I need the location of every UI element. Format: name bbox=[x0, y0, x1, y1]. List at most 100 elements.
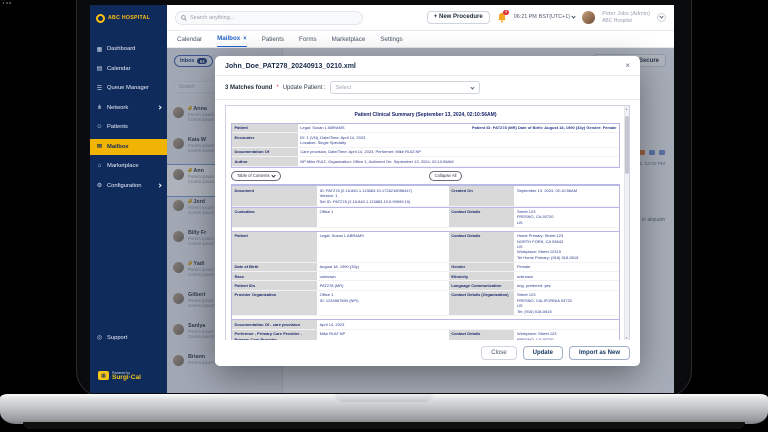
row-value: ID: PAT278 (2.16.840.1.113883.19.1726216… bbox=[317, 186, 449, 207]
sidebar-item-icon: ✉ bbox=[96, 144, 103, 150]
sidebar-item-icon: ☰ bbox=[96, 85, 103, 92]
required-asterisk: * bbox=[276, 84, 279, 91]
row-label: Patient IDs bbox=[232, 281, 318, 291]
update-patient-label: Update Patient : bbox=[282, 84, 326, 91]
scrollbar[interactable]: ▲ ▼ bbox=[624, 106, 629, 341]
tab-label: Forms bbox=[299, 36, 317, 43]
sidebar-item[interactable]: ☰ Queue Manager bbox=[90, 80, 167, 96]
notification-bell-icon[interactable]: 9 bbox=[497, 9, 509, 23]
sidebar-item[interactable]: ▤ Calendar bbox=[90, 61, 167, 77]
sidebar-item-label: Network bbox=[107, 104, 129, 111]
sidebar-item-icon: ▤ bbox=[96, 66, 103, 72]
chevron-down-icon bbox=[659, 14, 664, 20]
topbar: Search anything... + New Procedure 9 06:… bbox=[167, 5, 674, 31]
row-label: Encounter bbox=[232, 133, 298, 148]
row-label: Date of Birth bbox=[232, 262, 318, 273]
sidebar-item-icon: ▦ bbox=[96, 46, 103, 53]
row-value: NP Mike RUIZ, Organization: Office 1, Au… bbox=[300, 158, 454, 164]
tab[interactable]: Mailbox × bbox=[217, 35, 247, 47]
user-name: Peter Jobs bbox=[602, 10, 629, 17]
chevron-right-icon bbox=[157, 105, 162, 110]
summary-header-table: Patient Legal: Susan L ABRAMS Patient ID… bbox=[231, 122, 620, 168]
row-value-2: Street 123 FRESNO, CALIFORNIA 93720 US T… bbox=[514, 291, 619, 317]
row-label: Patient bbox=[232, 231, 318, 263]
table-row: Documentation Of - care provision April … bbox=[232, 319, 619, 330]
table-row: Date of Birth August 18, 1990 (33y) Gend… bbox=[232, 262, 619, 273]
sidebar-item-label: Marketplace bbox=[107, 163, 139, 169]
close-icon[interactable]: × bbox=[625, 62, 630, 70]
sidebar-item-icon: ⚙ bbox=[96, 183, 103, 189]
timezone-label: BST(UTC+1) bbox=[538, 14, 571, 21]
table-row: Author NP Mike RUIZ, Organization: Offic… bbox=[232, 157, 619, 167]
user-avatar[interactable] bbox=[582, 10, 596, 24]
sidebar-item[interactable]: ▦ Dashboard bbox=[90, 41, 167, 57]
scrollbar-thumb[interactable] bbox=[624, 116, 629, 174]
sidebar-item[interactable]: ⋔ Network bbox=[90, 100, 167, 116]
row-value: April 14, 2023 bbox=[317, 320, 449, 330]
table-row: Patient Legal: Susan L ABRAMS Contact De… bbox=[232, 230, 619, 263]
sidebar-item-label: Patients bbox=[107, 124, 128, 130]
row-label: Provider Organization bbox=[232, 290, 318, 317]
lifebuoy-icon: ◎ bbox=[96, 335, 103, 341]
collapse-all-button[interactable]: Collapse All bbox=[428, 171, 463, 181]
profile-menu-button[interactable] bbox=[657, 12, 666, 22]
tab[interactable]: Calendar bbox=[177, 36, 202, 47]
row-label: Author bbox=[232, 157, 298, 167]
brand-logo-icon bbox=[96, 13, 105, 23]
row-value-2: Home Primary: Street 123 NORTH FORK, CA … bbox=[514, 232, 619, 263]
surgical-logo: ▦ Powered by Surgi·Cal bbox=[98, 371, 141, 382]
sidebar-item[interactable]: ⚙ Configuration bbox=[90, 178, 167, 194]
row-label: Custodian: bbox=[232, 207, 318, 228]
support-label: Support bbox=[107, 334, 128, 341]
scroll-up-icon[interactable]: ▲ bbox=[624, 107, 629, 111]
row-label-2: Language Communication bbox=[448, 281, 515, 291]
sidebar-item[interactable]: ✉ Mailbox bbox=[90, 138, 167, 155]
row-label-2: Contact Details bbox=[448, 207, 515, 228]
row-value: ID: 1 (VN), Date/Time: April 14, 2023 Lo… bbox=[300, 134, 366, 146]
row-value-2: Female bbox=[514, 263, 619, 273]
sidebar-item-label: Configuration bbox=[107, 182, 142, 189]
select-placeholder: Select bbox=[335, 84, 352, 91]
tab[interactable]: Marketplace bbox=[332, 36, 366, 47]
row-value: unknown bbox=[317, 272, 449, 282]
table-row: Provider Organization Office 1 ID: 12345… bbox=[232, 290, 619, 317]
row-value: Office 1 ID: 1234567890 (NPI) bbox=[317, 291, 449, 317]
tab[interactable]: Patients bbox=[262, 36, 284, 47]
global-search-input[interactable]: Search anything... bbox=[175, 10, 363, 25]
sidebar-item-label: Calendar bbox=[107, 65, 131, 72]
table-of-contents-button[interactable]: Table of Contents bbox=[231, 171, 281, 181]
chevron-down-icon bbox=[571, 14, 576, 20]
row-value-right: Patient ID: PAT278 (MR) Date of Birth: A… bbox=[471, 125, 617, 131]
tab-label: Marketplace bbox=[331, 36, 366, 43]
surgical-brand-name: Surgi·Cal bbox=[112, 373, 141, 381]
artifact-marks bbox=[3, 2, 12, 4]
import-as-new-button[interactable]: Import as New bbox=[568, 346, 630, 360]
tab[interactable]: Forms bbox=[299, 36, 317, 47]
table-row: Patient Legal: Susan L ABRAMS Patient ID… bbox=[232, 123, 619, 134]
clock-time: 06:21 PM bbox=[513, 14, 537, 21]
row-value-2: unknown bbox=[514, 272, 619, 282]
sidebar-support[interactable]: ◎ Support bbox=[90, 330, 167, 350]
clinical-document-viewer: Patient Clinical Summary (September 13, … bbox=[225, 105, 630, 342]
clinical-detail-table: Document ID: PAT278 (2.16.840.1.113883.1… bbox=[231, 184, 620, 341]
user-info: Peter Jobs (Admin) ABC Hospital bbox=[602, 11, 650, 24]
sidebar-item[interactable]: ☺ Patients bbox=[90, 119, 167, 135]
sidebar-item-icon: ☺ bbox=[96, 124, 103, 130]
tab-label: Mailbox bbox=[217, 35, 241, 42]
import-xml-modal: John_Doe_PAT278_20240913_0210.xml × 3 Ma… bbox=[215, 56, 640, 366]
clock-timezone[interactable]: 06:21 PM BST(UTC+1) bbox=[513, 14, 576, 21]
table-row: Encounter ID: 1 (VN), Date/Time: April 1… bbox=[232, 133, 619, 148]
laptop-underside bbox=[23, 422, 745, 429]
sidebar-item[interactable]: ⌂ Marketplace bbox=[90, 158, 167, 174]
laptop-base bbox=[0, 394, 768, 429]
patient-select-dropdown[interactable]: Select bbox=[329, 81, 480, 94]
tab-close-icon[interactable]: × bbox=[243, 36, 247, 42]
update-button[interactable]: Update bbox=[522, 346, 563, 360]
new-procedure-button[interactable]: + New Procedure bbox=[426, 10, 490, 24]
tab[interactable]: Settings bbox=[380, 36, 402, 47]
row-label-2: Ethnicity bbox=[448, 272, 515, 282]
row-label: Documentation Of - care provision bbox=[232, 320, 318, 330]
sidebar-item-icon: ⋔ bbox=[96, 105, 103, 111]
surgical-logo-icon: ▦ bbox=[98, 371, 109, 381]
close-button[interactable]: Close bbox=[481, 346, 517, 360]
